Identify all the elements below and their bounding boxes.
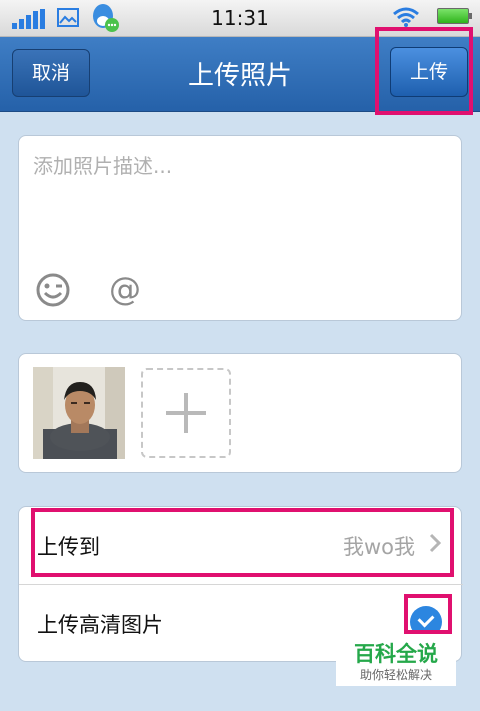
photo-thumbnail[interactable] — [33, 367, 125, 459]
upload-button-highlight — [375, 27, 473, 115]
battery-icon — [437, 8, 472, 24]
wifi-icon — [392, 6, 420, 28]
hd-upload-label: 上传高清图片 — [37, 613, 163, 637]
checkbox-highlight — [404, 594, 452, 634]
upload-to-highlight — [31, 508, 454, 577]
add-photo-button[interactable] — [141, 368, 231, 458]
description-input[interactable]: 添加照片描述... — [33, 150, 172, 179]
description-card: 添加照片描述... @ — [18, 135, 462, 321]
photo-card — [18, 353, 462, 473]
watermark-title: 百科全说 — [354, 642, 438, 666]
watermark-subtitle: 助你轻松解决 — [359, 668, 432, 682]
watermark-logo: 百科全说 助你轻松解决 — [336, 634, 456, 686]
mention-icon[interactable]: @ — [109, 270, 141, 308]
emoji-icon[interactable] — [35, 272, 71, 308]
